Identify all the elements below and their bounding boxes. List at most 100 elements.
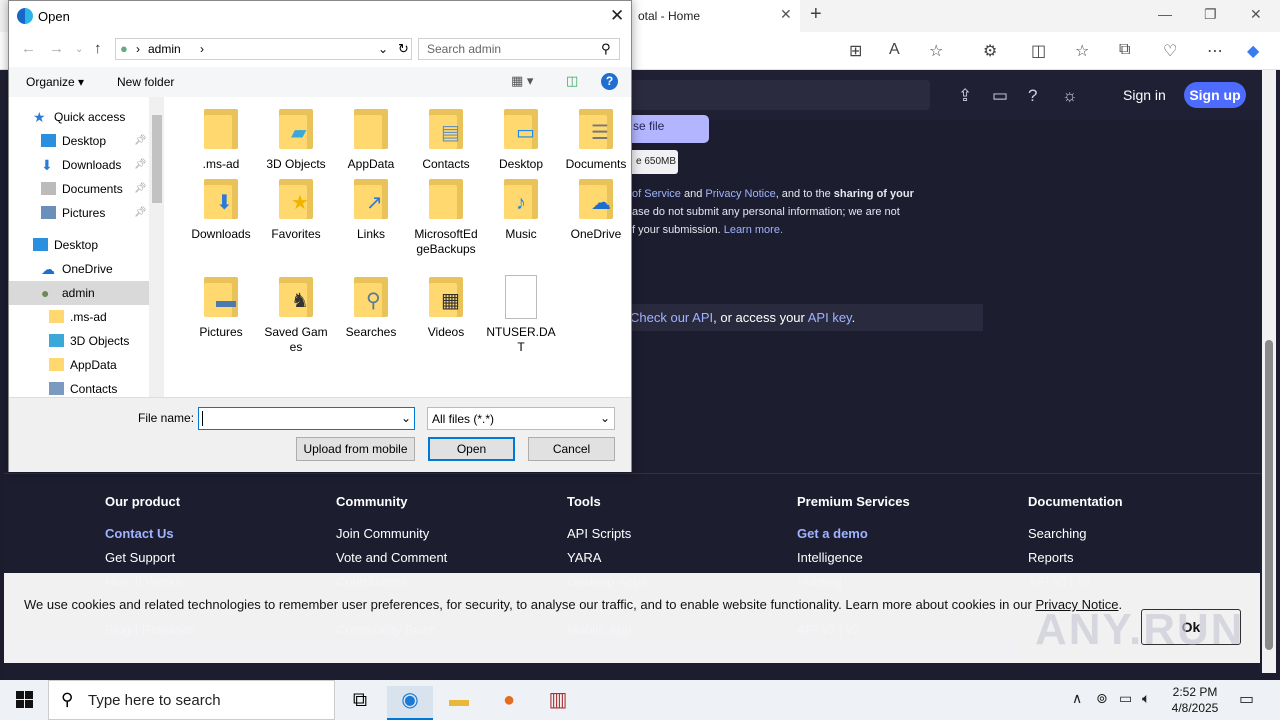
read-aloud-icon[interactable]: A: [889, 41, 900, 59]
path-dropdown-icon[interactable]: ⌄: [378, 42, 388, 56]
copilot-icon[interactable]: ◆: [1247, 41, 1259, 61]
window-close-icon[interactable]: ✕: [1250, 6, 1262, 23]
file-item[interactable]: ▬ Pictures: [183, 275, 259, 340]
preview-pane-icon[interactable]: ◫: [566, 73, 578, 89]
help-icon[interactable]: ?: [1028, 86, 1037, 106]
file-item[interactable]: ⚲ Searches: [333, 275, 409, 340]
dialog-close-icon[interactable]: ✕: [610, 6, 624, 26]
volume-icon[interactable]: 🔈︎: [1142, 690, 1150, 707]
nav-item[interactable]: 3D Objects: [9, 329, 149, 353]
windows-start-icon[interactable]: [16, 691, 33, 711]
help-icon[interactable]: ?: [601, 73, 618, 90]
file-name-dropdown-icon[interactable]: ⌄: [401, 411, 411, 425]
new-tab-icon[interactable]: +: [810, 3, 822, 26]
footer-link[interactable]: Get a demo: [797, 522, 910, 546]
edge-taskbar-icon[interactable]: ◉: [387, 686, 433, 720]
up-icon[interactable]: ↑: [94, 40, 102, 57]
cancel-button[interactable]: Cancel: [528, 437, 615, 461]
new-folder-button[interactable]: New folder: [117, 75, 174, 89]
file-item[interactable]: ▭ Desktop: [483, 107, 559, 172]
file-item[interactable]: ☰ Documents: [558, 107, 634, 172]
file-item[interactable]: ▦ Videos: [408, 275, 484, 340]
check-api-link[interactable]: Check our API: [630, 310, 713, 325]
file-name-input[interactable]: ⌄: [198, 407, 415, 430]
scrollbar-thumb[interactable]: [1265, 340, 1273, 650]
learn-more-link[interactable]: Learn more.: [724, 224, 783, 236]
browser-essentials-icon[interactable]: ♡: [1163, 41, 1177, 61]
footer-link[interactable]: API Scripts: [567, 522, 647, 546]
footer-link[interactable]: YARA: [567, 546, 647, 570]
footer-link[interactable]: Get Support: [105, 546, 196, 570]
sign-in-link[interactable]: Sign in: [1123, 87, 1166, 103]
nav-item[interactable]: ⬇ Downloads 📌︎: [9, 153, 149, 177]
file-item[interactable]: AppData: [333, 107, 409, 172]
file-item[interactable]: ♞ Saved Games: [258, 275, 334, 355]
upload-from-mobile-button[interactable]: Upload from mobile: [296, 437, 415, 461]
site-search-bar[interactable]: [600, 80, 930, 110]
nav-item[interactable]: Desktop: [9, 233, 149, 257]
notifications-icon[interactable]: ▭: [1239, 689, 1254, 709]
file-item[interactable]: ↗ Links: [333, 177, 409, 242]
nav-item[interactable]: ★ Quick access: [9, 105, 149, 129]
footer-link[interactable]: Contact Us: [105, 522, 196, 546]
organize-menu[interactable]: Organize ▾: [26, 75, 84, 89]
browser-tab[interactable]: otal - Home ✕: [630, 0, 800, 32]
nav-item[interactable]: .ms-ad: [9, 305, 149, 329]
firefox-icon[interactable]: ●: [486, 686, 532, 720]
restore-icon[interactable]: ❐: [1204, 6, 1217, 23]
winrar-icon[interactable]: ▥: [535, 686, 581, 720]
file-item[interactable]: ▰ 3D Objects: [258, 107, 334, 172]
tray-app-icon[interactable]: ⊚: [1096, 690, 1108, 707]
upload-icon[interactable]: ⇪: [958, 86, 972, 106]
file-item[interactable]: ♪ Music: [483, 177, 559, 242]
apps-icon[interactable]: ⊞: [849, 41, 862, 61]
nav-scrollbar-thumb[interactable]: [152, 115, 162, 203]
footer-link[interactable]: Reports: [1028, 546, 1123, 570]
more-menu-icon[interactable]: ⋯: [1207, 41, 1223, 61]
file-item[interactable]: .ms-ad: [183, 107, 259, 172]
task-view-icon[interactable]: ⧉: [337, 686, 383, 720]
file-item[interactable]: ☁ OneDrive: [558, 177, 634, 242]
collections-icon[interactable]: ⧉: [1119, 41, 1130, 59]
network-icon[interactable]: ▭: [1119, 690, 1132, 707]
forward-icon[interactable]: →: [49, 40, 64, 57]
address-path[interactable]: ● › admin › ⌄ ↻: [115, 38, 412, 60]
footer-link[interactable]: Join Community: [336, 522, 447, 546]
taskbar-search[interactable]: ⚲ Type here to search: [48, 680, 335, 720]
minimize-icon[interactable]: —: [1158, 6, 1172, 22]
split-screen-icon[interactable]: ◫: [1031, 41, 1046, 61]
extensions-icon[interactable]: ⚙: [983, 41, 997, 61]
dialog-search-input[interactable]: Search admin ⚲: [418, 38, 620, 60]
nav-item[interactable]: ● admin: [9, 281, 149, 305]
back-icon[interactable]: ←: [21, 40, 36, 57]
favorites-icon[interactable]: ☆: [1075, 41, 1089, 61]
open-button[interactable]: Open: [428, 437, 515, 461]
nav-item[interactable]: Desktop 📌︎: [9, 129, 149, 153]
footer-link[interactable]: Searching: [1028, 522, 1123, 546]
chat-icon[interactable]: ▭: [992, 86, 1008, 106]
file-item[interactable]: MicrosoftEdgeBackups: [408, 177, 484, 257]
footer-link[interactable]: Vote and Comment: [336, 546, 447, 570]
taskbar-clock[interactable]: 2:52 PM 4/8/2025: [1165, 684, 1225, 716]
page-scrollbar[interactable]: [1262, 70, 1276, 673]
nav-item[interactable]: Pictures 📌︎: [9, 201, 149, 225]
file-item[interactable]: ★ Favorites: [258, 177, 334, 242]
privacy-notice-link[interactable]: Privacy Notice: [705, 188, 775, 200]
tray-overflow-icon[interactable]: ∧: [1072, 690, 1082, 707]
view-options-icon[interactable]: ▦ ▾: [511, 73, 533, 89]
theme-toggle-icon[interactable]: ☼: [1062, 86, 1078, 106]
tab-close-icon[interactable]: ✕: [780, 6, 792, 23]
refresh-icon[interactable]: ↻: [398, 41, 409, 57]
file-item[interactable]: ▤ Contacts: [408, 107, 484, 172]
recent-locations-icon[interactable]: ⌄: [75, 44, 83, 55]
footer-link[interactable]: Intelligence: [797, 546, 910, 570]
file-item[interactable]: ⬇ Downloads: [183, 177, 259, 242]
nav-scrollbar[interactable]: [149, 97, 164, 397]
favorite-star-icon[interactable]: ☆: [929, 41, 943, 61]
nav-item[interactable]: Documents 📌︎: [9, 177, 149, 201]
path-segment[interactable]: admin: [148, 42, 181, 56]
sign-up-button[interactable]: Sign up: [1184, 82, 1246, 108]
file-explorer-icon[interactable]: ▬: [436, 686, 482, 720]
nav-item[interactable]: AppData: [9, 353, 149, 377]
api-key-link[interactable]: API key: [808, 310, 852, 325]
